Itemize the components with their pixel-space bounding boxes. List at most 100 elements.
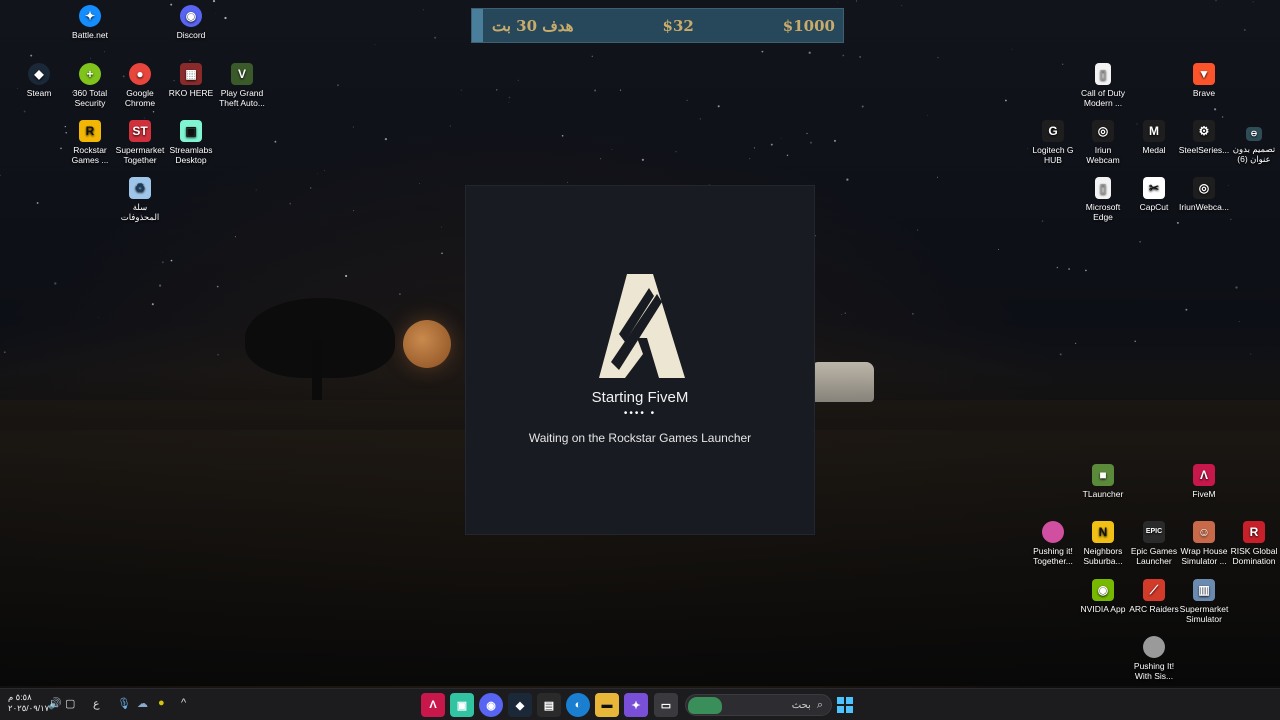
desktop-icon-gta[interactable]: V Play Grand Theft Auto... xyxy=(216,63,268,108)
goal-progress-fill xyxy=(472,9,484,42)
desktop-icon-wrap-house[interactable]: ☺ Wrap House Simulator ... xyxy=(1178,521,1230,566)
file-explorer-taskbar-icon[interactable]: ▬ xyxy=(595,693,619,717)
rockstar-icon: R xyxy=(79,120,101,142)
desktop-icon-pushing-it-with-sis[interactable]: Pushing It! With Sis... xyxy=(1128,636,1180,681)
desktop-icon-fivem[interactable]: Λ FiveM xyxy=(1178,464,1230,499)
desktop-icon-steelseries[interactable]: ⚙ SteelSeries... xyxy=(1178,120,1230,155)
mic-tray-icon[interactable]: 🎙 xyxy=(117,697,131,710)
star xyxy=(861,105,864,108)
desktop-icon-battlenet[interactable]: ✦ Battle.net xyxy=(64,5,116,40)
fivem-taskbar-icon[interactable]: Λ xyxy=(421,693,445,717)
star xyxy=(60,147,62,150)
desktop-icon-tlauncher[interactable]: ■ TLauncher xyxy=(1077,464,1129,499)
desktop-icon-neighbors-suburbia[interactable]: N Neighbors Suburba... xyxy=(1077,521,1129,566)
star xyxy=(749,158,751,160)
desktop-icon-label: سلة المحذوفات xyxy=(120,202,160,222)
desktop-icon-discord[interactable]: ◉ Discord xyxy=(165,5,217,40)
desktop-icon-streamlabs[interactable]: ▣ Streamlabs Desktop xyxy=(165,120,217,165)
desktop-icon-logitech-g-hub[interactable]: G Logitech G HUB xyxy=(1027,120,1079,165)
star xyxy=(98,316,100,318)
chevron-up-icon[interactable]: ^ xyxy=(181,697,186,709)
desktop-icon-label: Brave xyxy=(1192,88,1216,98)
star xyxy=(255,189,257,191)
steam-taskbar-icon[interactable]: ◆ xyxy=(508,693,532,717)
star xyxy=(753,147,756,149)
discord-taskbar-icon[interactable]: ◉ xyxy=(479,693,503,717)
star xyxy=(1139,241,1141,243)
desktop-icon-iriun-webcam[interactable]: ◎ Iriun Webcam xyxy=(1077,120,1129,165)
desktop-icon-supermarket-simulator[interactable]: ▥ Supermarket Simulator xyxy=(1178,579,1230,624)
desktop-icon-call-of-duty[interactable]: ▯ Call of Duty Modern ... xyxy=(1077,63,1129,108)
desktop-icon-label: Epic Games Launcher xyxy=(1130,546,1178,566)
360-tray-icon[interactable]: ● xyxy=(158,697,165,709)
desktop-icon-rockstar-games[interactable]: R Rockstar Games ... xyxy=(64,120,116,165)
star xyxy=(324,170,325,172)
volume-icon[interactable]: 🔊 xyxy=(48,697,62,710)
star xyxy=(599,158,602,160)
star xyxy=(834,139,836,142)
star xyxy=(345,274,348,278)
desktop-icon-pushing-it-together[interactable]: Pushing it! Together... xyxy=(1027,521,1079,566)
desktop-icon-arc-raiders[interactable]: ⟋ ARC Raiders xyxy=(1128,579,1180,614)
language-indicator[interactable]: ع xyxy=(93,697,100,710)
task-view-taskbar-icon[interactable]: ▭ xyxy=(654,693,678,717)
star xyxy=(786,154,789,157)
desktop-icon-360-total-security[interactable]: + 360 Total Security xyxy=(64,63,116,108)
star xyxy=(317,173,318,175)
desktop-icon-capcut[interactable]: ✂ CapCut xyxy=(1128,177,1180,212)
goal-text: هدف 30 بت xyxy=(492,16,574,35)
desktop-icon-label: TLauncher xyxy=(1082,489,1124,499)
search-box[interactable]: بحث ⌕ xyxy=(685,694,832,716)
loading-dots: •••• • xyxy=(623,408,657,419)
start-button[interactable] xyxy=(834,693,856,717)
desktop-icon-label: Microsoft Edge xyxy=(1085,202,1121,222)
cloud-tray-icon[interactable]: ☁ xyxy=(137,697,148,710)
edge-taskbar-icon[interactable]: ◐ xyxy=(566,693,590,717)
star xyxy=(936,176,939,178)
star xyxy=(917,229,919,231)
star xyxy=(856,0,857,2)
desktop-icon-supermarket-together[interactable]: ST Supermarket Together xyxy=(114,120,166,165)
star xyxy=(224,16,227,20)
streamlabs-taskbar-icon[interactable]: ▣ xyxy=(450,693,474,717)
search-icon: ⌕ xyxy=(816,698,823,711)
store-taskbar-icon[interactable]: ▤ xyxy=(537,693,561,717)
star xyxy=(699,118,701,120)
star xyxy=(1074,342,1077,345)
fivem-logo xyxy=(599,274,685,378)
star xyxy=(36,202,39,204)
system-clock[interactable]: ٥:٥٨ م ٢٠٢٥/٠٩/١٧ xyxy=(8,692,49,714)
star xyxy=(152,111,155,113)
desktop-icon-steam[interactable]: ◆ Steam xyxy=(13,63,65,98)
desktop-icon-label: Iriun Webcam xyxy=(1086,145,1120,165)
star xyxy=(217,354,219,356)
archive-icon: ▦ xyxy=(180,63,202,85)
star xyxy=(927,114,929,116)
star xyxy=(808,51,811,54)
desktop-icon-iriun-webcam-2[interactable]: ◎ IriunWebca... xyxy=(1178,177,1230,212)
star xyxy=(352,126,354,128)
display-tray-icon[interactable]: ▢ xyxy=(65,697,75,710)
desktop-icon-microsoft-edge[interactable]: ▯ Microsoft Edge xyxy=(1077,177,1129,222)
star xyxy=(1252,1,1254,3)
desktop-icon-label: Pushing It! With Sis... xyxy=(1133,661,1175,681)
desktop-icon-medal[interactable]: M Medal xyxy=(1128,120,1180,155)
desktop-icon-brave[interactable]: ▼ Brave xyxy=(1178,63,1230,98)
star xyxy=(353,210,355,212)
star xyxy=(189,59,191,61)
desktop-icon-recycle-bin[interactable]: ♻ سلة المحذوفات xyxy=(114,177,166,222)
desktop-icon-design-untitled[interactable]: ⊖ تصميم بدون عنوان (6) xyxy=(1228,127,1280,164)
file-icon: ▯ xyxy=(1095,63,1111,85)
star xyxy=(374,44,376,45)
desktop-icon-nvidia-app[interactable]: ◉ NVIDIA App xyxy=(1077,579,1129,614)
desktop-icon-google-chrome[interactable]: ● Google Chrome xyxy=(114,63,166,108)
desktop-icon-label: Pushing it! Together... xyxy=(1033,546,1073,566)
logitech-icon: G xyxy=(1042,120,1064,142)
desktop-icon-risk[interactable]: R RISK Global Domination xyxy=(1228,521,1280,566)
copilot-taskbar-icon[interactable]: ✦ xyxy=(624,693,648,717)
desktop-icon-epic-games[interactable]: EPIC Epic Games Launcher xyxy=(1128,521,1180,566)
desktop-icon-rko-here[interactable]: ▦ RKO HERE xyxy=(165,63,217,98)
star xyxy=(3,351,6,354)
star xyxy=(998,249,999,250)
star xyxy=(1068,268,1071,270)
